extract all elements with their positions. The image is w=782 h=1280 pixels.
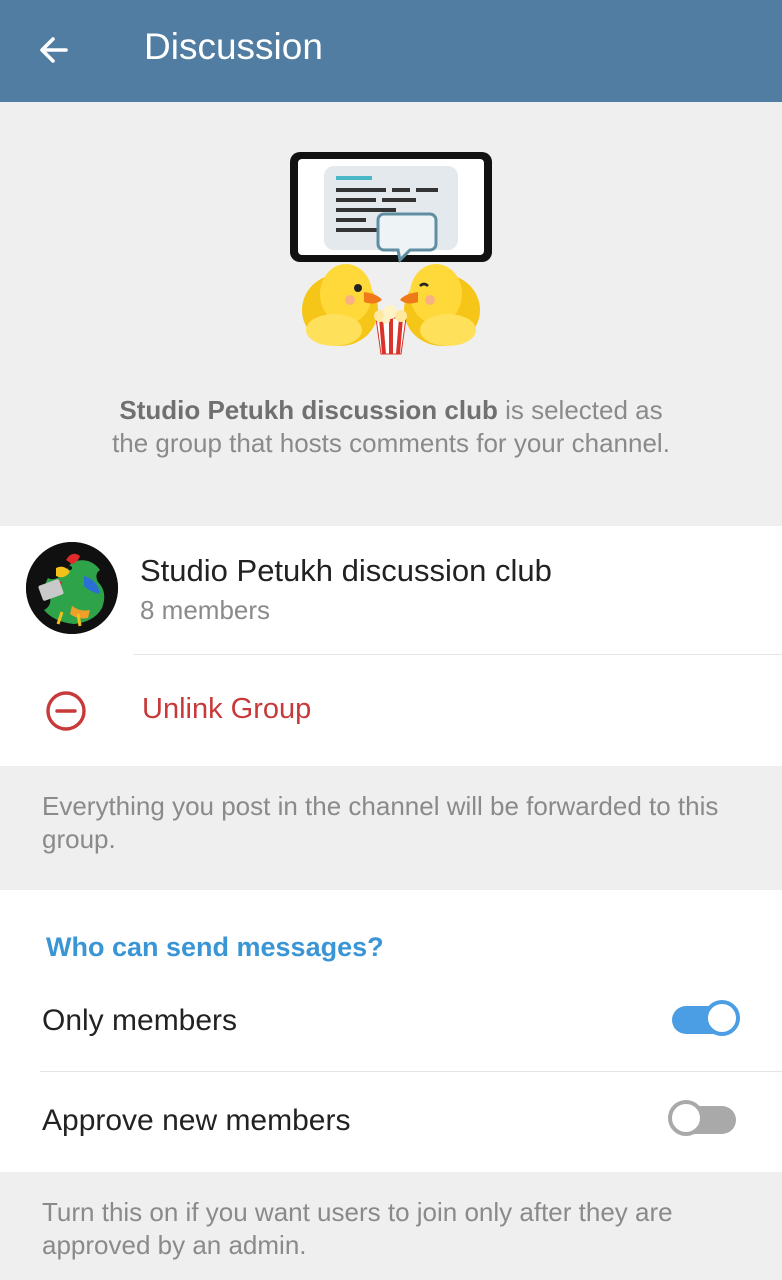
hero-section: Studio Petukh discussion club is selecte… xyxy=(0,102,782,526)
only-members-label: Only members xyxy=(42,1004,238,1037)
switch-knob xyxy=(668,1100,704,1136)
linked-group-row[interactable]: Studio Petukh discussion club 8 members xyxy=(0,526,782,654)
linked-group-members: 8 members xyxy=(140,595,271,625)
permissions-card: Who can send messages? Only members Appr… xyxy=(0,890,782,1172)
section-header: Who can send messages? xyxy=(46,932,384,962)
minus-circle-icon xyxy=(46,691,86,731)
approve-info-text: Turn this on if you want users to join o… xyxy=(42,1197,673,1260)
hero-group-name: Studio Petukh discussion club xyxy=(119,395,498,425)
page-title: Discussion xyxy=(144,26,323,67)
rooster-avatar-icon xyxy=(26,542,118,634)
only-members-row[interactable]: Only members xyxy=(0,972,782,1072)
linked-group-name: Studio Petukh discussion club xyxy=(140,553,552,588)
approve-new-members-label: Approve new members xyxy=(42,1104,351,1137)
unlink-group-label: Unlink Group xyxy=(142,693,312,725)
ducks-popcorn-illustration xyxy=(290,152,492,355)
back-button[interactable] xyxy=(24,22,84,78)
approve-new-members-switch[interactable] xyxy=(668,1100,736,1136)
hero-description: Studio Petukh discussion club is selecte… xyxy=(110,394,672,460)
switch-knob xyxy=(704,1000,740,1036)
unlink-group-button[interactable]: Unlink Group xyxy=(0,655,782,766)
forward-info-text: Everything you post in the channel will … xyxy=(42,791,719,854)
linked-group-card: Studio Petukh discussion club 8 members … xyxy=(0,526,782,766)
approve-new-members-row[interactable]: Approve new members xyxy=(0,1072,782,1172)
only-members-switch[interactable] xyxy=(672,1000,740,1036)
arrow-left-icon xyxy=(40,37,68,63)
app-bar: Discussion xyxy=(0,0,782,102)
